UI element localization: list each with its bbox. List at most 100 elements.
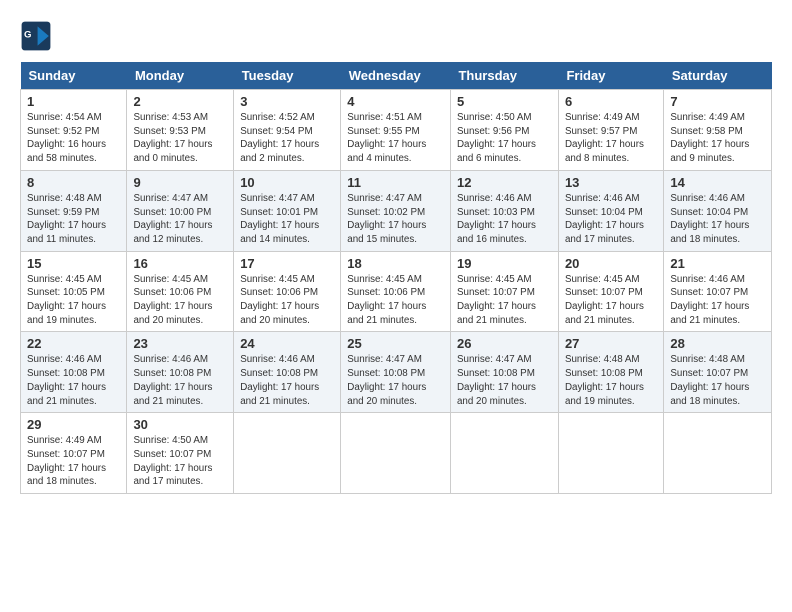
day-info: Sunrise: 4:51 AMSunset: 9:55 PMDaylight:… (347, 112, 426, 164)
day-number: 26 (457, 336, 552, 351)
day-cell: 8 Sunrise: 4:48 AMSunset: 9:59 PMDayligh… (21, 170, 127, 251)
day-info: Sunrise: 4:49 AMSunset: 10:07 PMDaylight… (27, 435, 106, 487)
day-info: Sunrise: 4:46 AMSunset: 10:08 PMDaylight… (27, 354, 106, 406)
col-header-friday: Friday (558, 62, 663, 90)
day-cell: 21 Sunrise: 4:46 AMSunset: 10:07 PMDayli… (664, 251, 772, 332)
day-info: Sunrise: 4:54 AMSunset: 9:52 PMDaylight:… (27, 112, 106, 164)
day-number: 29 (27, 417, 120, 432)
day-info: Sunrise: 4:46 AMSunset: 10:07 PMDaylight… (670, 274, 749, 326)
day-cell: 27 Sunrise: 4:48 AMSunset: 10:08 PMDayli… (558, 332, 663, 413)
day-info: Sunrise: 4:46 AMSunset: 10:04 PMDaylight… (670, 193, 749, 245)
week-row-3: 15 Sunrise: 4:45 AMSunset: 10:05 PMDayli… (21, 251, 772, 332)
day-number: 25 (347, 336, 444, 351)
day-info: Sunrise: 4:49 AMSunset: 9:58 PMDaylight:… (670, 112, 749, 164)
day-info: Sunrise: 4:45 AMSunset: 10:06 PMDaylight… (240, 274, 319, 326)
day-info: Sunrise: 4:46 AMSunset: 10:03 PMDaylight… (457, 193, 536, 245)
day-info: Sunrise: 4:46 AMSunset: 10:04 PMDaylight… (565, 193, 644, 245)
day-number: 10 (240, 175, 334, 190)
day-cell: 9 Sunrise: 4:47 AMSunset: 10:00 PMDaylig… (127, 170, 234, 251)
day-cell: 11 Sunrise: 4:47 AMSunset: 10:02 PMDayli… (341, 170, 451, 251)
day-number: 28 (670, 336, 765, 351)
day-cell: 23 Sunrise: 4:46 AMSunset: 10:08 PMDayli… (127, 332, 234, 413)
day-number: 8 (27, 175, 120, 190)
week-row-4: 22 Sunrise: 4:46 AMSunset: 10:08 PMDayli… (21, 332, 772, 413)
day-info: Sunrise: 4:52 AMSunset: 9:54 PMDaylight:… (240, 112, 319, 164)
day-cell: 4 Sunrise: 4:51 AMSunset: 9:55 PMDayligh… (341, 90, 451, 171)
day-cell: 29 Sunrise: 4:49 AMSunset: 10:07 PMDayli… (21, 413, 127, 494)
day-info: Sunrise: 4:46 AMSunset: 10:08 PMDaylight… (240, 354, 319, 406)
day-cell: 10 Sunrise: 4:47 AMSunset: 10:01 PMDayli… (234, 170, 341, 251)
col-header-wednesday: Wednesday (341, 62, 451, 90)
day-number: 1 (27, 94, 120, 109)
header: G (20, 20, 772, 52)
header-row: SundayMondayTuesdayWednesdayThursdayFrid… (21, 62, 772, 90)
day-cell (341, 413, 451, 494)
day-cell: 24 Sunrise: 4:46 AMSunset: 10:08 PMDayli… (234, 332, 341, 413)
day-info: Sunrise: 4:45 AMSunset: 10:06 PMDaylight… (133, 274, 212, 326)
day-cell: 19 Sunrise: 4:45 AMSunset: 10:07 PMDayli… (450, 251, 558, 332)
week-row-5: 29 Sunrise: 4:49 AMSunset: 10:07 PMDayli… (21, 413, 772, 494)
day-number: 27 (565, 336, 657, 351)
day-info: Sunrise: 4:45 AMSunset: 10:05 PMDaylight… (27, 274, 106, 326)
day-cell: 12 Sunrise: 4:46 AMSunset: 10:03 PMDayli… (450, 170, 558, 251)
day-number: 14 (670, 175, 765, 190)
day-number: 18 (347, 256, 444, 271)
day-cell: 13 Sunrise: 4:46 AMSunset: 10:04 PMDayli… (558, 170, 663, 251)
col-header-tuesday: Tuesday (234, 62, 341, 90)
day-cell: 5 Sunrise: 4:50 AMSunset: 9:56 PMDayligh… (450, 90, 558, 171)
col-header-sunday: Sunday (21, 62, 127, 90)
day-number: 13 (565, 175, 657, 190)
day-cell (234, 413, 341, 494)
day-number: 11 (347, 175, 444, 190)
day-info: Sunrise: 4:48 AMSunset: 9:59 PMDaylight:… (27, 193, 106, 245)
svg-text:G: G (24, 30, 31, 41)
day-cell: 26 Sunrise: 4:47 AMSunset: 10:08 PMDayli… (450, 332, 558, 413)
day-info: Sunrise: 4:48 AMSunset: 10:07 PMDaylight… (670, 354, 749, 406)
day-number: 3 (240, 94, 334, 109)
day-cell: 2 Sunrise: 4:53 AMSunset: 9:53 PMDayligh… (127, 90, 234, 171)
day-number: 5 (457, 94, 552, 109)
col-header-monday: Monday (127, 62, 234, 90)
day-number: 7 (670, 94, 765, 109)
day-info: Sunrise: 4:47 AMSunset: 10:08 PMDaylight… (347, 354, 426, 406)
day-cell: 1 Sunrise: 4:54 AMSunset: 9:52 PMDayligh… (21, 90, 127, 171)
day-number: 16 (133, 256, 227, 271)
logo-icon: G (20, 20, 52, 52)
day-cell: 17 Sunrise: 4:45 AMSunset: 10:06 PMDayli… (234, 251, 341, 332)
day-info: Sunrise: 4:50 AMSunset: 10:07 PMDaylight… (133, 435, 212, 487)
day-number: 30 (133, 417, 227, 432)
day-cell: 18 Sunrise: 4:45 AMSunset: 10:06 PMDayli… (341, 251, 451, 332)
page: G SundayMondayTuesdayWednesdayThursdayFr… (0, 0, 792, 612)
day-info: Sunrise: 4:46 AMSunset: 10:08 PMDaylight… (133, 354, 212, 406)
day-cell: 25 Sunrise: 4:47 AMSunset: 10:08 PMDayli… (341, 332, 451, 413)
day-cell (558, 413, 663, 494)
day-info: Sunrise: 4:45 AMSunset: 10:07 PMDaylight… (457, 274, 536, 326)
day-info: Sunrise: 4:49 AMSunset: 9:57 PMDaylight:… (565, 112, 644, 164)
day-cell: 16 Sunrise: 4:45 AMSunset: 10:06 PMDayli… (127, 251, 234, 332)
day-number: 4 (347, 94, 444, 109)
day-number: 17 (240, 256, 334, 271)
day-cell: 3 Sunrise: 4:52 AMSunset: 9:54 PMDayligh… (234, 90, 341, 171)
day-number: 9 (133, 175, 227, 190)
day-number: 24 (240, 336, 334, 351)
day-info: Sunrise: 4:45 AMSunset: 10:06 PMDaylight… (347, 274, 426, 326)
day-cell: 22 Sunrise: 4:46 AMSunset: 10:08 PMDayli… (21, 332, 127, 413)
day-number: 22 (27, 336, 120, 351)
day-info: Sunrise: 4:53 AMSunset: 9:53 PMDaylight:… (133, 112, 212, 164)
week-row-1: 1 Sunrise: 4:54 AMSunset: 9:52 PMDayligh… (21, 90, 772, 171)
day-number: 20 (565, 256, 657, 271)
day-cell: 6 Sunrise: 4:49 AMSunset: 9:57 PMDayligh… (558, 90, 663, 171)
day-cell: 7 Sunrise: 4:49 AMSunset: 9:58 PMDayligh… (664, 90, 772, 171)
day-info: Sunrise: 4:47 AMSunset: 10:02 PMDaylight… (347, 193, 426, 245)
logo: G (20, 20, 56, 52)
day-cell: 28 Sunrise: 4:48 AMSunset: 10:07 PMDayli… (664, 332, 772, 413)
day-cell: 15 Sunrise: 4:45 AMSunset: 10:05 PMDayli… (21, 251, 127, 332)
day-cell: 30 Sunrise: 4:50 AMSunset: 10:07 PMDayli… (127, 413, 234, 494)
day-cell: 14 Sunrise: 4:46 AMSunset: 10:04 PMDayli… (664, 170, 772, 251)
day-info: Sunrise: 4:48 AMSunset: 10:08 PMDaylight… (565, 354, 644, 406)
day-number: 2 (133, 94, 227, 109)
day-number: 19 (457, 256, 552, 271)
day-info: Sunrise: 4:47 AMSunset: 10:01 PMDaylight… (240, 193, 319, 245)
day-cell (450, 413, 558, 494)
day-info: Sunrise: 4:45 AMSunset: 10:07 PMDaylight… (565, 274, 644, 326)
